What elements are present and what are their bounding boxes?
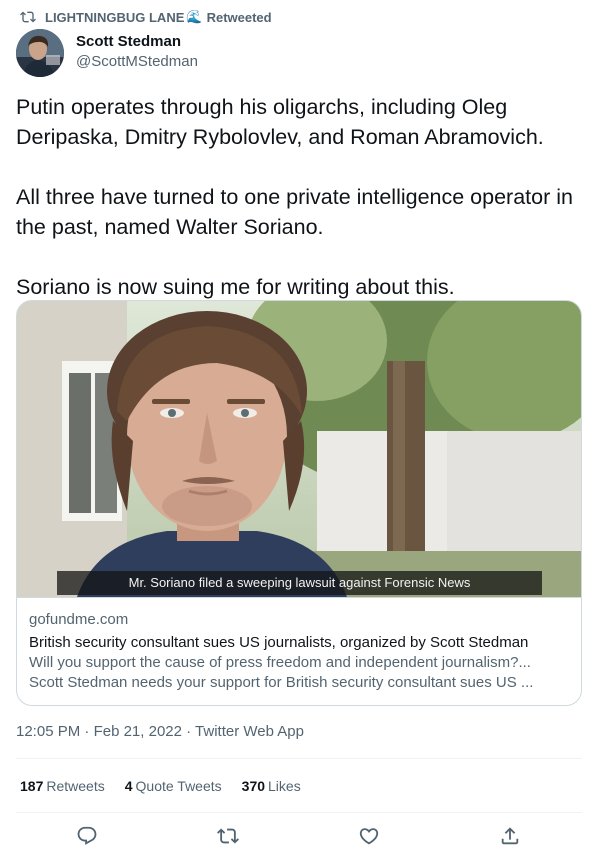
- card-details[interactable]: gofundme.com British security consultant…: [17, 597, 581, 693]
- retweeted-by[interactable]: LIGHTNINGBUG LANE 🌊 Retweeted: [20, 8, 272, 26]
- reply-icon: [77, 826, 97, 845]
- tweet-text: Putin operates through his oligarchs, in…: [16, 92, 586, 302]
- card-description-line: Scott Stedman needs your support for Bri…: [29, 674, 534, 691]
- tweet-source: Twitter Web App: [195, 723, 304, 740]
- card-title: British security consultant sues US jour…: [29, 634, 529, 651]
- divider: [16, 812, 582, 813]
- author-handle[interactable]: @ScottMStedman: [76, 52, 198, 72]
- tweet-paragraph: Putin operates through his oligarchs, in…: [16, 95, 544, 149]
- retweeted-label: Retweeted: [206, 9, 272, 25]
- author-display-name[interactable]: Scott Stedman: [76, 32, 198, 52]
- action-bar: [0, 822, 598, 850]
- meta-separator: ·: [80, 723, 94, 740]
- link-card[interactable]: Mr. Soriano filed a sweeping lawsuit aga…: [16, 300, 582, 706]
- retweets-label: Retweets: [46, 778, 105, 794]
- retweet-button[interactable]: [214, 822, 242, 850]
- tweet-author[interactable]: Scott Stedman @ScottMStedman: [16, 29, 198, 77]
- reply-button[interactable]: [73, 822, 101, 850]
- wave-emoji: 🌊: [186, 9, 203, 24]
- quote-tweets-count: 4: [124, 778, 133, 794]
- meta-separator: ·: [181, 723, 196, 740]
- tweet-paragraph: Soriano is now suing me for writing abou…: [16, 275, 455, 299]
- like-icon: [359, 828, 379, 845]
- retweet-icon: [20, 11, 36, 23]
- card-description: Will you support the cause of press free…: [29, 653, 549, 693]
- likes-label: Likes: [268, 778, 301, 794]
- divider: [16, 758, 582, 759]
- share-button[interactable]: [496, 822, 524, 850]
- card-description-line: Will you support the cause of press free…: [29, 654, 531, 671]
- avatar[interactable]: [16, 29, 64, 77]
- likes-stat[interactable]: 370 Likes: [242, 776, 301, 796]
- share-icon: [501, 827, 519, 845]
- tweet-stats: 187 Retweets 4 Quote Tweets 370 Likes: [20, 776, 321, 796]
- retweeter-name[interactable]: LIGHTNINGBUG LANE: [45, 10, 184, 25]
- tweet-date[interactable]: Feb 21, 2022: [94, 723, 182, 740]
- likes-count: 370: [241, 778, 266, 794]
- retweets-count: 187: [20, 778, 44, 794]
- card-image[interactable]: Mr. Soriano filed a sweeping lawsuit aga…: [17, 301, 581, 597]
- retweets-stat[interactable]: 187 Retweets: [20, 776, 105, 796]
- quote-tweets-stat[interactable]: 4 Quote Tweets: [125, 776, 222, 796]
- retweet-icon: [217, 828, 239, 844]
- video-caption: Mr. Soriano filed a sweeping lawsuit aga…: [57, 571, 542, 595]
- tweet-time[interactable]: 12:05 PM: [16, 723, 80, 740]
- quote-tweets-label: Quote Tweets: [135, 778, 222, 794]
- tweet-meta: 12:05 PM · Feb 21, 2022 · Twitter Web Ap…: [16, 722, 304, 742]
- tweet-paragraph: All three have turned to one private int…: [16, 185, 573, 239]
- like-button[interactable]: [355, 822, 383, 850]
- card-domain: gofundme.com: [29, 611, 129, 628]
